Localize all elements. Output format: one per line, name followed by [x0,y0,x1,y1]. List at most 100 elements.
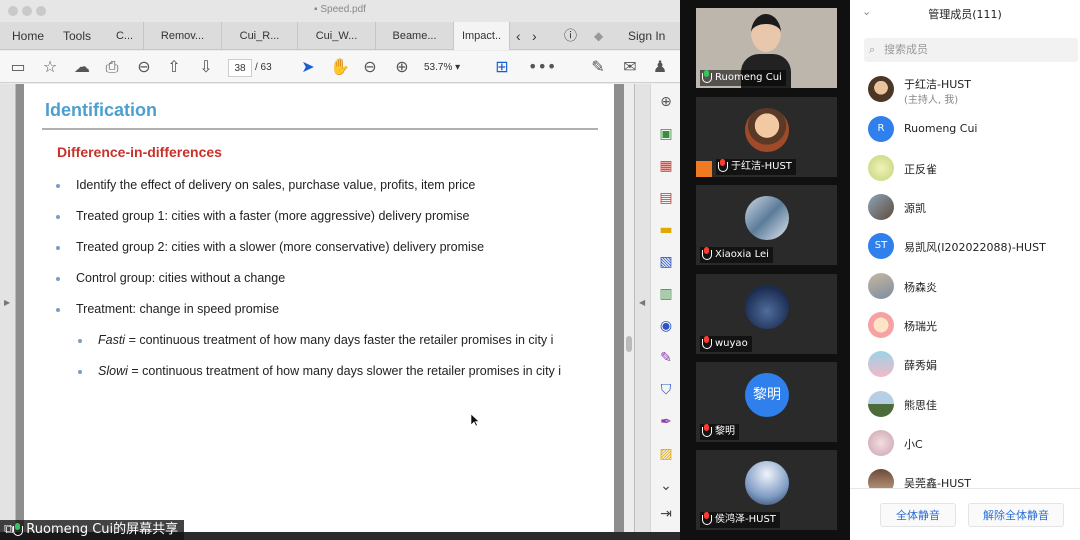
tab-doc-1[interactable]: C... [106,22,144,50]
unmute-all-button[interactable]: 解除全体静音 [968,503,1064,527]
print-icon[interactable]: ⎙ [102,57,122,77]
organize-pages-icon[interactable]: ▦ [656,156,676,176]
tile-name-label: Xiaoxia Lei [700,247,773,263]
email-icon[interactable]: ✉ [620,57,640,77]
send-signature-icon[interactable]: ✒ [656,412,676,432]
member-name: 正反雀 [904,163,937,176]
zoom-out-icon[interactable]: ⊖ [360,57,380,77]
mute-all-button[interactable]: 全体静音 [880,503,956,527]
page-total: / 63 [255,62,272,73]
video-tile[interactable]: Xiaoxia Lei [696,185,837,265]
avatar [868,312,894,338]
member-panel-title: 管理成员(111) [928,8,1002,21]
member-item[interactable]: ST 易凯风(I202022088)-HUST [868,233,1078,263]
send-comments-icon[interactable]: ▨ [656,444,676,464]
tab-next-icon[interactable]: › [532,22,537,50]
avatar [868,469,894,488]
screen: ▪ Speed.pdf Home Tools C... Remov... Cui… [0,0,1080,540]
member-item[interactable]: 薛秀娟 [868,351,1078,381]
edit-pdf-icon[interactable]: ▥ [656,284,676,304]
collapse-right-icon: ◀ [639,298,646,307]
member-name: 杨森炎 [904,281,937,294]
avatar: R [868,116,894,142]
video-tile[interactable]: wuyao [696,274,837,354]
more-tools-icon[interactable]: ••• [528,57,556,77]
video-column: Ruomeng Cui 于红洁-HUST Xiaoxia Lei wuyao 黎… [680,0,850,540]
member-item[interactable]: 小C [868,430,1078,460]
help-icon[interactable]: ⓘ [564,22,577,50]
member-name: 易凯风(I202022088)-HUST [904,241,1046,254]
vertical-scrollbar[interactable] [624,84,634,532]
tab-doc-4[interactable]: Cui_W... [298,22,376,50]
avatar [745,108,789,152]
bullet-item: Control group: cities without a change [56,271,285,285]
right-panel-toggle[interactable]: ◀ [634,84,650,532]
member-item[interactable]: 杨瑞光 [868,312,1078,342]
tile-name-label: 于红洁-HUST [716,159,796,175]
bullet-dot [56,277,60,281]
combine-files-icon[interactable]: ▧ [656,252,676,272]
avatar: ST [868,233,894,259]
zoom-magnifier-icon[interactable]: ⊕ [656,92,676,112]
tab-doc-active[interactable]: Impact.. [454,22,510,50]
video-tile[interactable]: Ruomeng Cui [696,8,837,88]
bookmark-star-icon[interactable]: ☆ [40,57,60,77]
host-badge-icon [696,161,712,177]
member-item[interactable]: R Ruomeng Cui [868,116,1078,146]
export-pdf-icon[interactable]: ▣ [656,124,676,144]
sub-bullet-item: Fasti = continuous treatment of how many… [78,333,554,347]
zoom-level-select[interactable]: 53.7% ▾ [424,59,476,77]
member-item[interactable]: 吴莞鑫-HUST [868,469,1078,488]
mouse-cursor-icon [471,414,480,427]
add-user-icon[interactable]: ♟ [650,57,670,77]
page-down-icon[interactable]: ⇩ [196,57,216,77]
select-cursor-icon[interactable]: ➤ [298,57,318,77]
collapse-tools-icon[interactable]: ⇥ [656,504,676,524]
zoom-level-value: 53.7% [424,62,453,73]
member-item[interactable]: 熊思佳 [868,391,1078,421]
search-icon: ⌕ [869,43,876,56]
notification-bell-icon[interactable]: ◆ [594,22,603,50]
scan-icon[interactable]: ◉ [656,316,676,336]
member-item[interactable]: 源凯 [868,194,1078,224]
video-tile[interactable]: 侯鸿泽-HUST [696,450,837,530]
tab-doc-3[interactable]: Cui_R... [222,22,298,50]
page-up-icon[interactable]: ⇧ [164,57,184,77]
sub-bullet-text: = continuous treatment of how many days … [125,333,554,347]
bullet-item: Treatment: change in speed promise [56,302,280,316]
comment-icon[interactable]: ▬ [656,220,676,240]
fill-sign-icon[interactable]: ✎ [656,348,676,368]
left-panel-toggle[interactable]: ▶ [0,84,16,532]
sub-bullet-item: Slowi = continuous treatment of how many… [78,364,562,378]
member-item[interactable]: 正反雀 [868,155,1078,185]
zoom-search-icon[interactable]: ⊖ [134,57,154,77]
save-icon[interactable]: ▭ [8,57,28,77]
sub-bullet-text: = continuous treatment of how many days … [127,364,562,378]
member-item[interactable]: 于红洁-HUST (主持人, 我) [868,76,1078,106]
hand-tool-icon[interactable]: ✋ [330,57,350,77]
protect-shield-icon[interactable]: ⛉ [656,380,676,400]
page-fit-icon[interactable]: ⊞ [492,57,512,77]
create-pdf-icon[interactable]: ▤ [656,188,676,208]
member-name: 薛秀娟 [904,359,937,372]
tile-name-text: 黎明 [715,426,735,437]
member-item[interactable]: 杨森炎 [868,273,1078,303]
avatar [868,273,894,299]
chevron-down-icon[interactable]: ⌄ [656,476,676,496]
tab-doc-5[interactable]: Beame... [376,22,454,50]
bullet-text: Treatment: change in speed promise [76,302,280,316]
sign-in-link[interactable]: Sign In [628,22,665,50]
tools-menu[interactable]: Tools [63,22,91,50]
home-menu[interactable]: Home [12,22,44,50]
upload-cloud-icon[interactable]: ☁ [72,57,92,77]
video-tile[interactable]: 黎明 黎明 [696,362,837,442]
tab-doc-2[interactable]: Remov... [144,22,222,50]
member-search-input[interactable]: ⌕ 搜索成员 [864,38,1078,62]
video-tile[interactable]: 于红洁-HUST [696,97,837,177]
page-number-input[interactable]: 38 [228,59,252,77]
sign-pen-icon[interactable]: ✎ [588,57,608,77]
tab-prev-icon[interactable]: ‹ [516,22,521,50]
zoom-in-icon[interactable]: ⊕ [392,57,412,77]
bullet-item: Treated group 2: cities with a slower (m… [56,240,484,254]
scrollbar-thumb[interactable] [626,336,632,352]
